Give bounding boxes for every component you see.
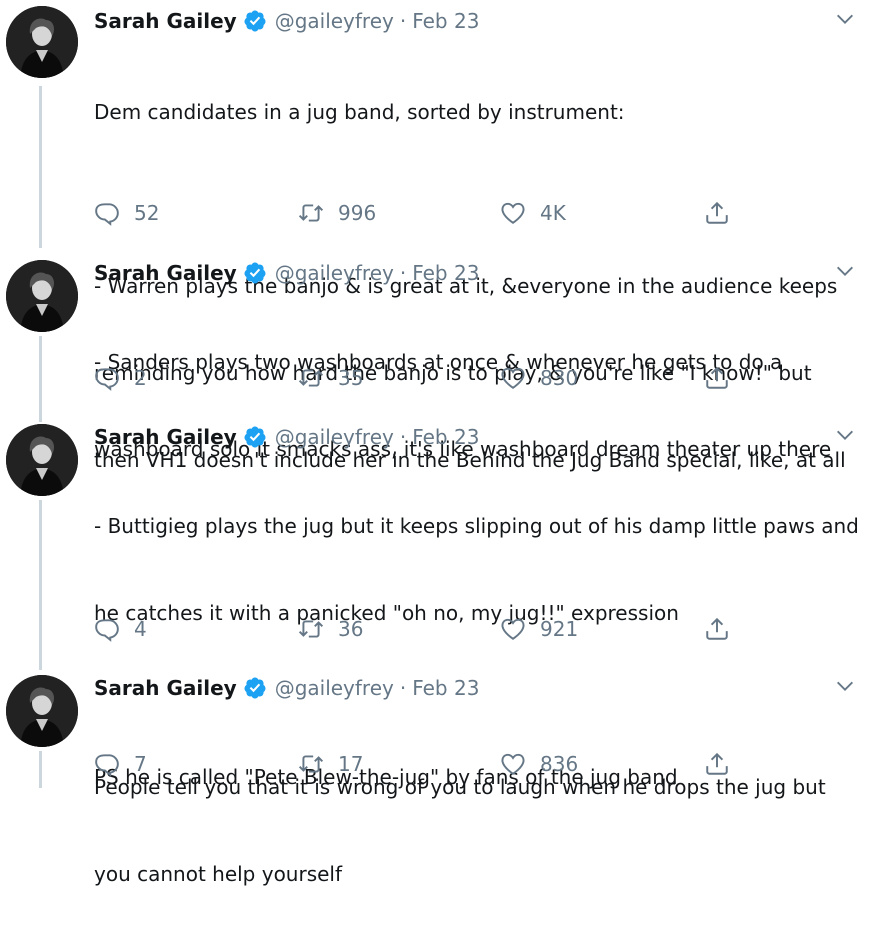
share-icon — [706, 366, 728, 389]
like-button[interactable]: 830 — [500, 363, 578, 393]
avatar[interactable] — [6, 675, 78, 747]
tweet-date[interactable]: Feb 23 — [412, 9, 479, 33]
tweet-date[interactable]: Feb 23 — [412, 425, 479, 449]
tweet[interactable]: Sarah Gailey @gaileyfrey · Feb 23 - Sand… — [0, 256, 886, 461]
tweet-header: Sarah Gailey @gaileyfrey · Feb 23 — [94, 6, 479, 36]
tweet-date[interactable]: Feb 23 — [412, 676, 479, 700]
retweet-button[interactable]: 996 — [298, 198, 376, 228]
tweet-actions: 2 35 830 — [94, 363, 854, 393]
author-name[interactable]: Sarah Gailey — [94, 261, 237, 285]
tweet-header: Sarah Gailey @gaileyfrey · Feb 23 — [94, 673, 479, 703]
reply-button[interactable]: 52 — [94, 198, 159, 228]
separator-dot: · — [399, 676, 407, 700]
share-button[interactable] — [704, 198, 730, 228]
tweet-line: - Buttigieg plays the jug but it keeps s… — [94, 514, 859, 538]
author-handle[interactable]: @gaileyfrey — [275, 261, 394, 285]
retweet-button[interactable]: 35 — [298, 363, 363, 393]
like-button[interactable]: 4K — [500, 198, 566, 228]
like-count: 836 — [540, 752, 579, 776]
thread-connector-line — [39, 336, 42, 422]
chevron-down-icon[interactable] — [834, 8, 856, 30]
reply-icon — [95, 619, 119, 642]
share-button[interactable] — [704, 363, 730, 393]
heart-icon — [501, 753, 525, 775]
heart-icon — [501, 202, 525, 224]
avatar[interactable] — [6, 260, 78, 332]
thread-connector-line — [39, 500, 42, 670]
reply-icon — [95, 203, 119, 226]
retweet-count: 996 — [338, 201, 377, 225]
separator-dot: · — [399, 425, 407, 449]
reply-count: 2 — [134, 366, 147, 390]
author-name[interactable]: Sarah Gailey — [94, 425, 237, 449]
tweet[interactable]: Sarah Gailey @gaileyfrey · Feb 23 PS he … — [0, 671, 886, 789]
verified-badge-icon — [244, 677, 266, 699]
retweet-button[interactable]: 17 — [298, 749, 363, 779]
retweet-icon — [298, 620, 324, 638]
author-handle[interactable]: @gaileyfrey — [275, 676, 394, 700]
avatar[interactable] — [6, 6, 78, 78]
verified-badge-icon — [244, 262, 266, 284]
retweet-icon — [298, 204, 324, 222]
tweet-actions: 4 36 921 — [94, 614, 854, 644]
chevron-down-icon[interactable] — [834, 675, 856, 697]
tweet-header: Sarah Gailey @gaileyfrey · Feb 23 — [94, 422, 479, 452]
retweet-count: 36 — [338, 617, 364, 641]
like-button[interactable]: 836 — [500, 749, 578, 779]
author-name[interactable]: Sarah Gailey — [94, 9, 237, 33]
chevron-down-icon[interactable] — [834, 260, 856, 282]
tweet[interactable]: Sarah Gailey @gaileyfrey · Feb 23 - Butt… — [0, 420, 886, 886]
reply-button[interactable]: 7 — [94, 749, 147, 779]
tweet-date[interactable]: Feb 23 — [412, 261, 479, 285]
separator-dot: · — [399, 9, 407, 33]
thread-connector-line — [39, 751, 42, 788]
like-button[interactable]: 921 — [500, 614, 578, 644]
chevron-down-icon[interactable] — [834, 424, 856, 446]
retweet-icon — [298, 369, 324, 387]
share-button[interactable] — [704, 614, 730, 644]
tweet-header: Sarah Gailey @gaileyfrey · Feb 23 — [94, 258, 479, 288]
author-handle[interactable]: @gaileyfrey — [275, 425, 394, 449]
reply-count: 52 — [134, 201, 160, 225]
retweet-icon — [298, 755, 324, 773]
tweet-line: you cannot help yourself — [94, 862, 343, 886]
like-count: 921 — [540, 617, 579, 641]
thread-connector-line — [39, 86, 42, 248]
reply-icon — [95, 754, 119, 777]
avatar[interactable] — [6, 424, 78, 496]
share-icon — [706, 201, 728, 224]
heart-icon — [501, 618, 525, 640]
tweet-thread: Sarah Gailey @gaileyfrey · Feb 23 Dem ca… — [0, 0, 886, 886]
tweet[interactable]: Sarah Gailey @gaileyfrey · Feb 23 Dem ca… — [0, 0, 886, 472]
verified-badge-icon — [244, 426, 266, 448]
reply-button[interactable]: 2 — [94, 363, 147, 393]
retweet-count: 35 — [338, 366, 364, 390]
tweet-actions: 7 17 836 — [94, 749, 854, 779]
verified-badge-icon — [244, 10, 266, 32]
tweet-line: Dem candidates in a jug band, sorted by … — [94, 100, 625, 124]
author-handle[interactable]: @gaileyfrey — [275, 9, 394, 33]
like-count: 4K — [540, 201, 566, 225]
retweet-button[interactable]: 36 — [298, 614, 363, 644]
reply-button[interactable]: 4 — [94, 614, 147, 644]
separator-dot: · — [399, 261, 407, 285]
share-icon — [706, 617, 728, 640]
heart-icon — [501, 367, 525, 389]
reply-icon — [95, 368, 119, 391]
tweet-actions: 52 996 4K — [94, 198, 854, 228]
author-name[interactable]: Sarah Gailey — [94, 676, 237, 700]
share-icon — [706, 752, 728, 775]
reply-count: 4 — [134, 617, 147, 641]
share-button[interactable] — [704, 749, 730, 779]
like-count: 830 — [540, 366, 579, 390]
reply-count: 7 — [134, 752, 147, 776]
retweet-count: 17 — [338, 752, 364, 776]
